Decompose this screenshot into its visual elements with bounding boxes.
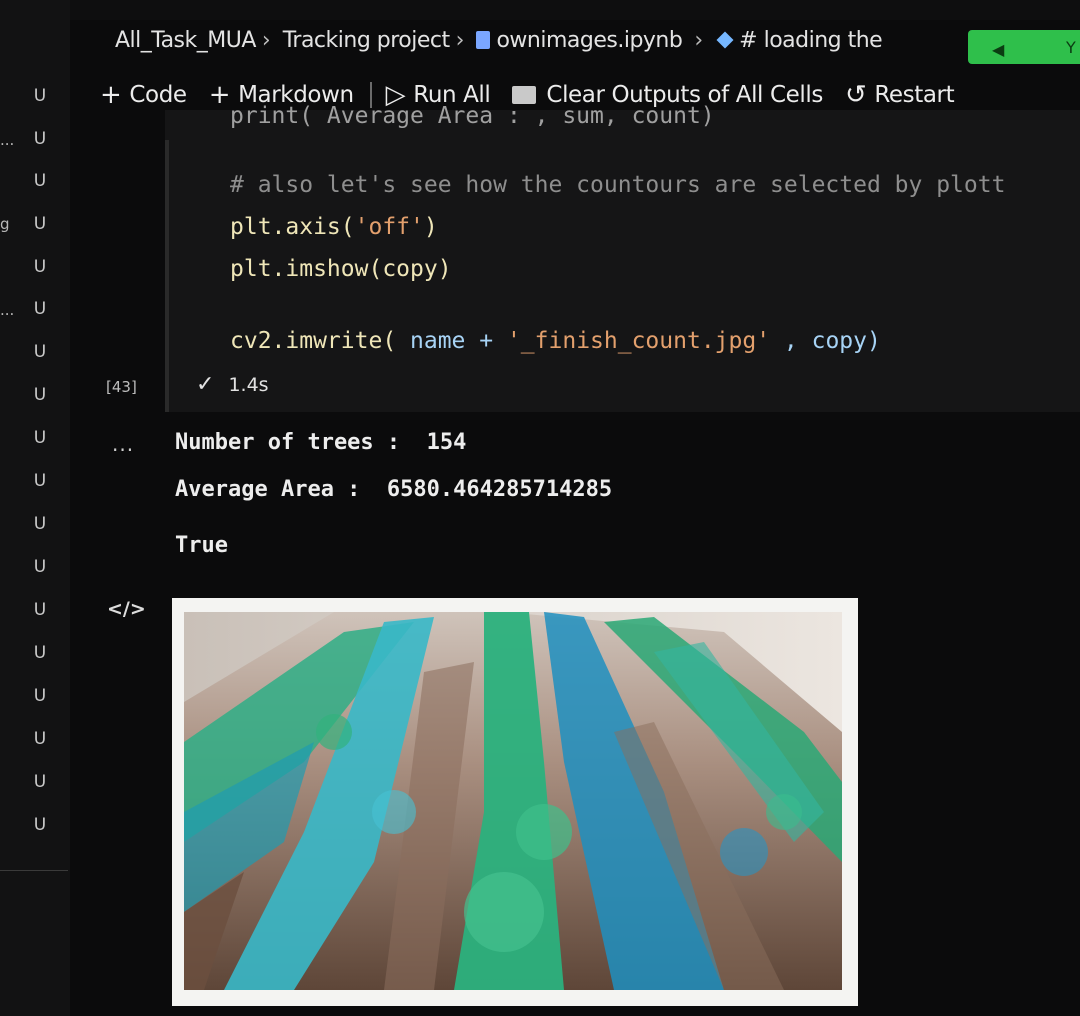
git-untracked-marker[interactable]: U bbox=[30, 342, 50, 362]
output-actions-button[interactable]: ... bbox=[112, 432, 134, 456]
breadcrumb-section[interactable]: # loading the bbox=[715, 28, 888, 53]
output-mime-icon[interactable]: </> bbox=[107, 598, 146, 620]
git-untracked-marker[interactable]: U bbox=[30, 86, 50, 106]
code-line-imshow[interactable]: plt.imshow(copy) bbox=[230, 256, 452, 282]
git-untracked-marker[interactable]: U bbox=[30, 772, 50, 792]
code-token-variable: name + bbox=[396, 328, 507, 354]
restart-label: Restart bbox=[874, 82, 955, 108]
symbol-icon bbox=[716, 31, 734, 49]
chevron-right-icon: › bbox=[261, 28, 271, 53]
notebook-icon bbox=[476, 31, 491, 49]
output-trees-line: Number of trees : 154 bbox=[175, 430, 467, 455]
status-arrow-icon: Y bbox=[1066, 38, 1076, 57]
git-untracked-marker[interactable]: U bbox=[30, 428, 50, 448]
tab-strip bbox=[70, 0, 1080, 20]
add-code-cell-button[interactable]: + Code bbox=[100, 80, 187, 110]
check-icon: ✓ bbox=[196, 372, 215, 397]
git-untracked-marker[interactable]: U bbox=[30, 643, 50, 663]
code-token: cv2.imwrite( bbox=[230, 328, 397, 354]
output-area-line: Average Area : 6580.464285714285 bbox=[175, 477, 613, 502]
crop-rows-photo bbox=[184, 612, 842, 990]
git-untracked-marker[interactable]: U bbox=[30, 729, 50, 749]
code-line-axis[interactable]: plt.axis('off') bbox=[230, 214, 438, 240]
code-line-comment[interactable]: # also let's see how the countours are s… bbox=[230, 172, 1005, 198]
plus-icon: + bbox=[100, 80, 122, 110]
git-untracked-marker[interactable]: U bbox=[30, 471, 50, 491]
truncated-filename[interactable]: ... bbox=[0, 301, 14, 319]
truncated-filename[interactable]: ... bbox=[0, 131, 14, 149]
git-status-gutter: U U U U U U U U U U U U U U U U U U ... … bbox=[0, 0, 70, 1016]
output-plot-image bbox=[172, 598, 858, 1006]
chevron-right-icon: › bbox=[694, 28, 703, 53]
code-line-cut-off[interactable]: print( Average Area : , sum, count) bbox=[230, 103, 715, 129]
git-untracked-marker[interactable]: U bbox=[30, 129, 50, 149]
clear-outputs-icon bbox=[512, 86, 537, 104]
execution-duration: 1.4s bbox=[228, 374, 269, 396]
restart-button[interactable]: ↺ Restart bbox=[844, 80, 955, 110]
restart-icon: ↺ bbox=[844, 80, 867, 110]
breadcrumb-folder[interactable]: All_Task_MUA bbox=[115, 28, 256, 53]
add-code-label: Code bbox=[129, 82, 187, 108]
git-untracked-marker[interactable]: U bbox=[30, 214, 50, 234]
code-token: plt.axis( bbox=[230, 214, 355, 240]
code-token: ) bbox=[423, 214, 438, 240]
code-token-string: 'off' bbox=[354, 214, 424, 240]
git-untracked-marker[interactable]: U bbox=[30, 514, 50, 534]
git-untracked-marker[interactable]: U bbox=[30, 557, 50, 577]
breadcrumb-section-label: # loading the bbox=[739, 28, 883, 53]
git-untracked-marker[interactable]: U bbox=[30, 171, 50, 191]
git-untracked-marker[interactable]: U bbox=[30, 815, 50, 835]
gutter-divider bbox=[0, 870, 68, 871]
git-untracked-marker[interactable]: U bbox=[30, 600, 50, 620]
code-token-string: '_finish_count.jpg' bbox=[506, 328, 771, 354]
breadcrumb-project[interactable]: Tracking project bbox=[283, 28, 450, 53]
chevron-right-icon: › bbox=[455, 28, 465, 53]
truncated-filename[interactable]: g bbox=[0, 215, 10, 233]
breadcrumb-file[interactable]: ownimages.ipynb bbox=[476, 28, 688, 53]
code-line-imwrite[interactable]: cv2.imwrite( name + '_finish_count.jpg' … bbox=[230, 328, 881, 354]
cell-focus-bar bbox=[165, 140, 169, 412]
plus-icon: + bbox=[208, 80, 231, 110]
code-token-variable: , copy) bbox=[770, 328, 881, 354]
breadcrumb: All_Task_MUA › Tracking project › ownimage… bbox=[115, 28, 894, 53]
execution-status: ✓ 1.4s bbox=[196, 372, 269, 397]
git-untracked-marker[interactable]: U bbox=[30, 299, 50, 319]
kernel-status-chip[interactable]: ◀ Y bbox=[968, 30, 1080, 64]
breadcrumb-file-label: ownimages.ipynb bbox=[496, 28, 683, 53]
git-untracked-marker[interactable]: U bbox=[30, 385, 50, 405]
execution-count: [43] bbox=[106, 378, 137, 396]
git-untracked-marker[interactable]: U bbox=[30, 686, 50, 706]
status-dot-icon: ◀ bbox=[992, 40, 1005, 59]
git-untracked-marker[interactable]: U bbox=[30, 257, 50, 277]
output-return-value: True bbox=[175, 533, 228, 558]
